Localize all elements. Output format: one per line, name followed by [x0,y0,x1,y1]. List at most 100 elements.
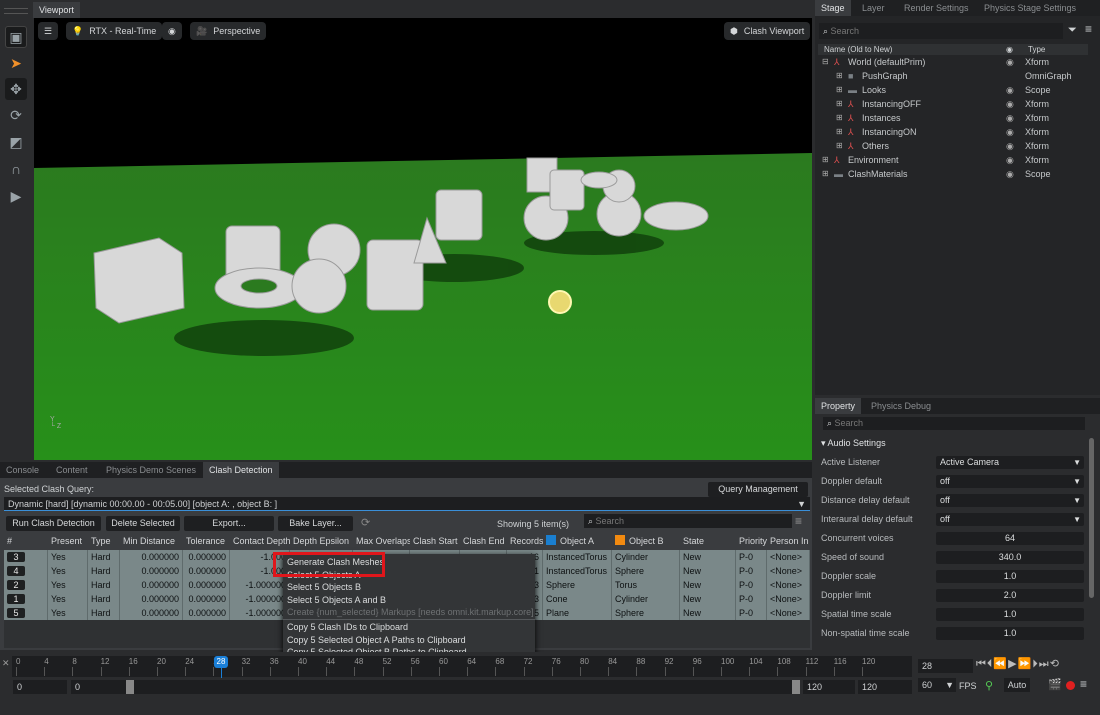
eye-icon[interactable]: ◉ [1006,125,1014,139]
stage-tree-item[interactable]: ⊞ ▬ Looks ◉ Scope [820,83,1090,97]
column-header[interactable]: # [4,534,48,549]
tab-console[interactable]: Console [0,462,46,478]
clash-viewport-button[interactable]: ⬢ Clash Viewport [724,22,811,40]
property-dropdown[interactable]: off [936,513,1084,526]
clash-search-input[interactable]: ⌕ Search [584,514,792,528]
expand-icon[interactable]: ⊞ [822,167,829,181]
auto-button[interactable]: Auto [1004,678,1030,692]
toolbar-grip[interactable] [4,8,28,14]
loop-icon[interactable]: ⟲ [1050,658,1060,670]
eye-icon[interactable]: ◉ [1006,97,1014,111]
expand-icon[interactable]: ⊞ [836,125,843,139]
collapse-icon[interactable]: ⊟ [822,55,829,69]
stage-tree-item[interactable]: ⊞ ⅄ InstancingON ◉ Xform [820,125,1090,139]
move-icon[interactable]: ✥ [5,78,27,100]
column-header[interactable]: Clash End [460,534,507,549]
start-range-field[interactable]: 0 [71,680,126,694]
close-icon[interactable]: ✕ [2,658,10,669]
context-menu-item[interactable]: Select 5 Objects A and B [287,595,386,605]
eye-icon[interactable]: ◉ [1006,55,1014,69]
stage-tree-item[interactable]: ⊞ ⅄ Others ◉ Xform [820,139,1090,153]
snap-magnet-icon[interactable]: ∩ [5,158,27,180]
fps-select[interactable]: 60 ▼ [918,678,956,692]
column-header[interactable]: State [680,534,736,549]
last-frame-icon[interactable]: ⏭ [1039,658,1050,670]
column-header[interactable]: Clash Start [410,534,460,549]
context-menu-item[interactable]: Select 5 Objects B [287,582,361,592]
stage-tree-item[interactable]: ⊞ ⅄ Environment ◉ Xform [820,153,1090,167]
tab-physics-debug[interactable]: Physics Debug [865,398,938,414]
stage-tree-item[interactable]: ⊟ ⅄ World (defaultPrim) ◉ Xform [820,55,1090,69]
tab-clash-detection[interactable]: Clash Detection [203,462,279,478]
run-clash-detection-button[interactable]: Run Clash Detection [6,516,101,531]
property-number-field[interactable]: 1.0 [936,608,1084,621]
delete-selected-button[interactable]: Delete Selected [106,516,180,531]
expand-icon[interactable]: ⊞ [836,69,843,83]
next-key-icon[interactable]: ⏩ [1018,658,1033,670]
property-dropdown[interactable]: off [936,475,1084,488]
eye-icon[interactable]: ◉ [1006,111,1014,125]
tab-stage[interactable]: Stage [815,0,851,16]
property-search-input[interactable]: ⌕ Search [823,417,1085,430]
menu-icon[interactable]: ≡ [795,514,802,528]
expand-icon[interactable]: ⊞ [836,97,843,111]
menu-icon[interactable]: ≡ [1085,22,1092,36]
play-icon[interactable]: ▶ [1008,658,1017,670]
column-header[interactable]: Present [48,534,88,549]
property-number-field[interactable]: 2.0 [936,589,1084,602]
end-range-field[interactable]: 120 [803,680,855,694]
column-header[interactable]: Max Overlaps [353,534,410,549]
property-number-field[interactable]: 340.0 [936,551,1084,564]
eye-icon[interactable]: ◉ [1006,153,1014,167]
refresh-icon[interactable]: ⟳ [361,516,370,529]
property-number-field[interactable]: 64 [936,532,1084,545]
rotate-icon[interactable]: ⟳ [5,104,27,126]
column-header[interactable]: Tolerance [183,534,230,549]
tab-viewport[interactable]: Viewport [33,2,80,18]
column-header[interactable]: Records [507,534,543,549]
column-header[interactable]: Contact Depth [230,534,290,549]
range-end-handle[interactable] [792,680,800,694]
tab-content[interactable]: Content [50,462,94,478]
record-icon[interactable] [1066,681,1075,690]
export-button[interactable]: Export... [184,516,274,531]
keyframe-icon[interactable]: ⚲ [985,679,993,692]
renderer-button[interactable]: 💡 RTX - Real-Time [66,22,163,40]
property-number-field[interactable]: 1.0 [936,570,1084,583]
menu-icon[interactable]: ≡ [1080,677,1087,691]
expand-icon[interactable]: ⊞ [822,153,829,167]
column-header[interactable]: Priority [736,534,767,549]
column-header[interactable]: Person In C [767,534,810,549]
column-header[interactable]: Min Distance [120,534,183,549]
range-start-handle[interactable] [126,680,134,694]
prev-key-icon[interactable]: ⏪ [993,658,1008,670]
tab-property[interactable]: Property [815,398,862,414]
viewport-settings-button[interactable]: ☰ [38,22,59,40]
timeline-ruler[interactable]: 0481216202428323640444852566064687276808… [12,656,912,677]
property-dropdown[interactable]: Active Camera [936,456,1084,469]
playhead[interactable]: 28 [214,656,228,668]
query-select[interactable]: Dynamic [hard] [dynamic 00:00.00 - 00:05… [4,497,810,511]
tab-physics-demo-scenes[interactable]: Physics Demo Scenes [100,462,203,478]
current-frame-field[interactable]: 28 [918,659,973,673]
scale-icon[interactable]: ◩ [5,131,27,153]
tab-physics-stage-settings[interactable]: Physics Stage Settings [978,0,1083,16]
scrollbar[interactable] [1089,438,1094,598]
first-frame-icon[interactable]: ⏮ [976,658,987,670]
context-menu-item[interactable]: Copy 5 Clash IDs to Clipboard [287,622,408,632]
column-header[interactable]: Object A [543,534,612,549]
clapper-icon[interactable]: 🎬 [1048,678,1062,691]
eye-icon[interactable]: ◉ [1006,83,1014,97]
bake-layer-button[interactable]: Bake Layer... [278,516,353,531]
start-time-field[interactable]: 0 [13,680,67,694]
play-icon[interactable]: ▶ [5,185,27,207]
column-header[interactable]: Depth Epsilon [290,534,353,549]
query-management-button[interactable]: Query Management [708,482,808,497]
property-number-field[interactable]: 1.0 [936,627,1084,640]
tab-render-settings[interactable]: Render Settings [898,0,975,16]
context-menu-item[interactable]: Copy 5 Selected Object A Paths to Clipbo… [287,635,466,645]
eye-icon[interactable]: ◉ [1006,167,1014,181]
stage-tree-item[interactable]: ⊞ ■ PushGraph OmniGraph [820,69,1090,83]
property-dropdown[interactable]: off [936,494,1084,507]
select-arrow-icon[interactable]: ➤ [5,52,27,74]
